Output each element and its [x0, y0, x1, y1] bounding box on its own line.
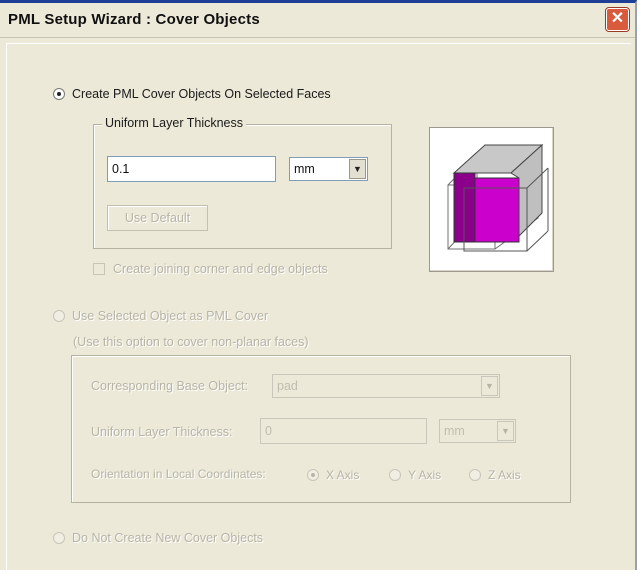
chevron-down-icon[interactable]: ▼ [349, 159, 366, 179]
create-joining-objects-checkbox[interactable] [93, 263, 105, 275]
option-do-not-create[interactable]: Do Not Create New Cover Objects [53, 531, 263, 545]
uniform-thickness-group-label: Uniform Layer Thickness [102, 116, 247, 130]
option-use-selected-object-radio[interactable] [53, 310, 65, 322]
close-icon: ✕ [610, 10, 625, 27]
pml-thickness-input[interactable]: 0 [260, 418, 427, 444]
option-create-on-faces-label: Create PML Cover Objects On Selected Fac… [72, 87, 331, 101]
wizard-content: Create PML Cover Objects On Selected Fac… [6, 43, 631, 574]
use-default-button[interactable]: Use Default [107, 205, 208, 231]
create-joining-objects[interactable]: Create joining corner and edge objects [93, 262, 328, 276]
option-use-selected-object-hint: (Use this option to cover non-planar fac… [73, 335, 309, 349]
orientation-x-axis-label: X Axis [326, 468, 360, 482]
option-create-on-faces[interactable]: Create PML Cover Objects On Selected Fac… [53, 87, 331, 101]
thickness-input[interactable]: 0.1 [107, 156, 276, 182]
cube-illustration [447, 143, 549, 252]
pml-thickness-label: Uniform Layer Thickness: [91, 425, 233, 439]
base-object-value: pad [277, 379, 298, 393]
close-button[interactable]: ✕ [606, 8, 629, 31]
orientation-z-axis[interactable]: Z Axis [469, 468, 521, 482]
wizard-window: PML Setup Wizard : Cover Objects ✕ Creat… [0, 0, 637, 574]
thickness-unit-select[interactable]: mm ▼ [289, 157, 368, 181]
pml-thickness-unit-select[interactable]: mm ▼ [439, 419, 516, 443]
cube-preview-image [429, 127, 554, 272]
window-title: PML Setup Wizard : Cover Objects [8, 11, 260, 28]
orientation-z-axis-label: Z Axis [488, 468, 521, 482]
orientation-y-axis-radio[interactable] [389, 469, 401, 481]
orientation-y-axis[interactable]: Y Axis [389, 468, 441, 482]
title-bar: PML Setup Wizard : Cover Objects ✕ [0, 3, 635, 38]
pml-thickness-unit-value: mm [444, 424, 465, 438]
option-use-selected-object[interactable]: Use Selected Object as PML Cover [53, 309, 268, 323]
chevron-down-icon[interactable]: ▼ [497, 421, 514, 441]
option-use-selected-object-label: Use Selected Object as PML Cover [72, 309, 269, 323]
base-object-label: Corresponding Base Object: [91, 379, 249, 393]
orientation-x-axis[interactable]: X Axis [307, 468, 359, 482]
orientation-x-axis-radio[interactable] [307, 469, 319, 481]
orientation-label: Orientation in Local Coordinates: [91, 467, 266, 481]
option-create-on-faces-radio[interactable] [53, 88, 65, 100]
option-do-not-create-radio[interactable] [53, 532, 65, 544]
option-do-not-create-label: Do Not Create New Cover Objects [72, 531, 264, 545]
orientation-y-axis-label: Y Axis [408, 468, 442, 482]
chevron-down-icon[interactable]: ▼ [481, 376, 498, 396]
base-object-select[interactable]: pad ▼ [272, 374, 500, 398]
create-joining-objects-label: Create joining corner and edge objects [113, 262, 328, 276]
orientation-z-axis-radio[interactable] [469, 469, 481, 481]
thickness-unit-value: mm [294, 162, 315, 176]
